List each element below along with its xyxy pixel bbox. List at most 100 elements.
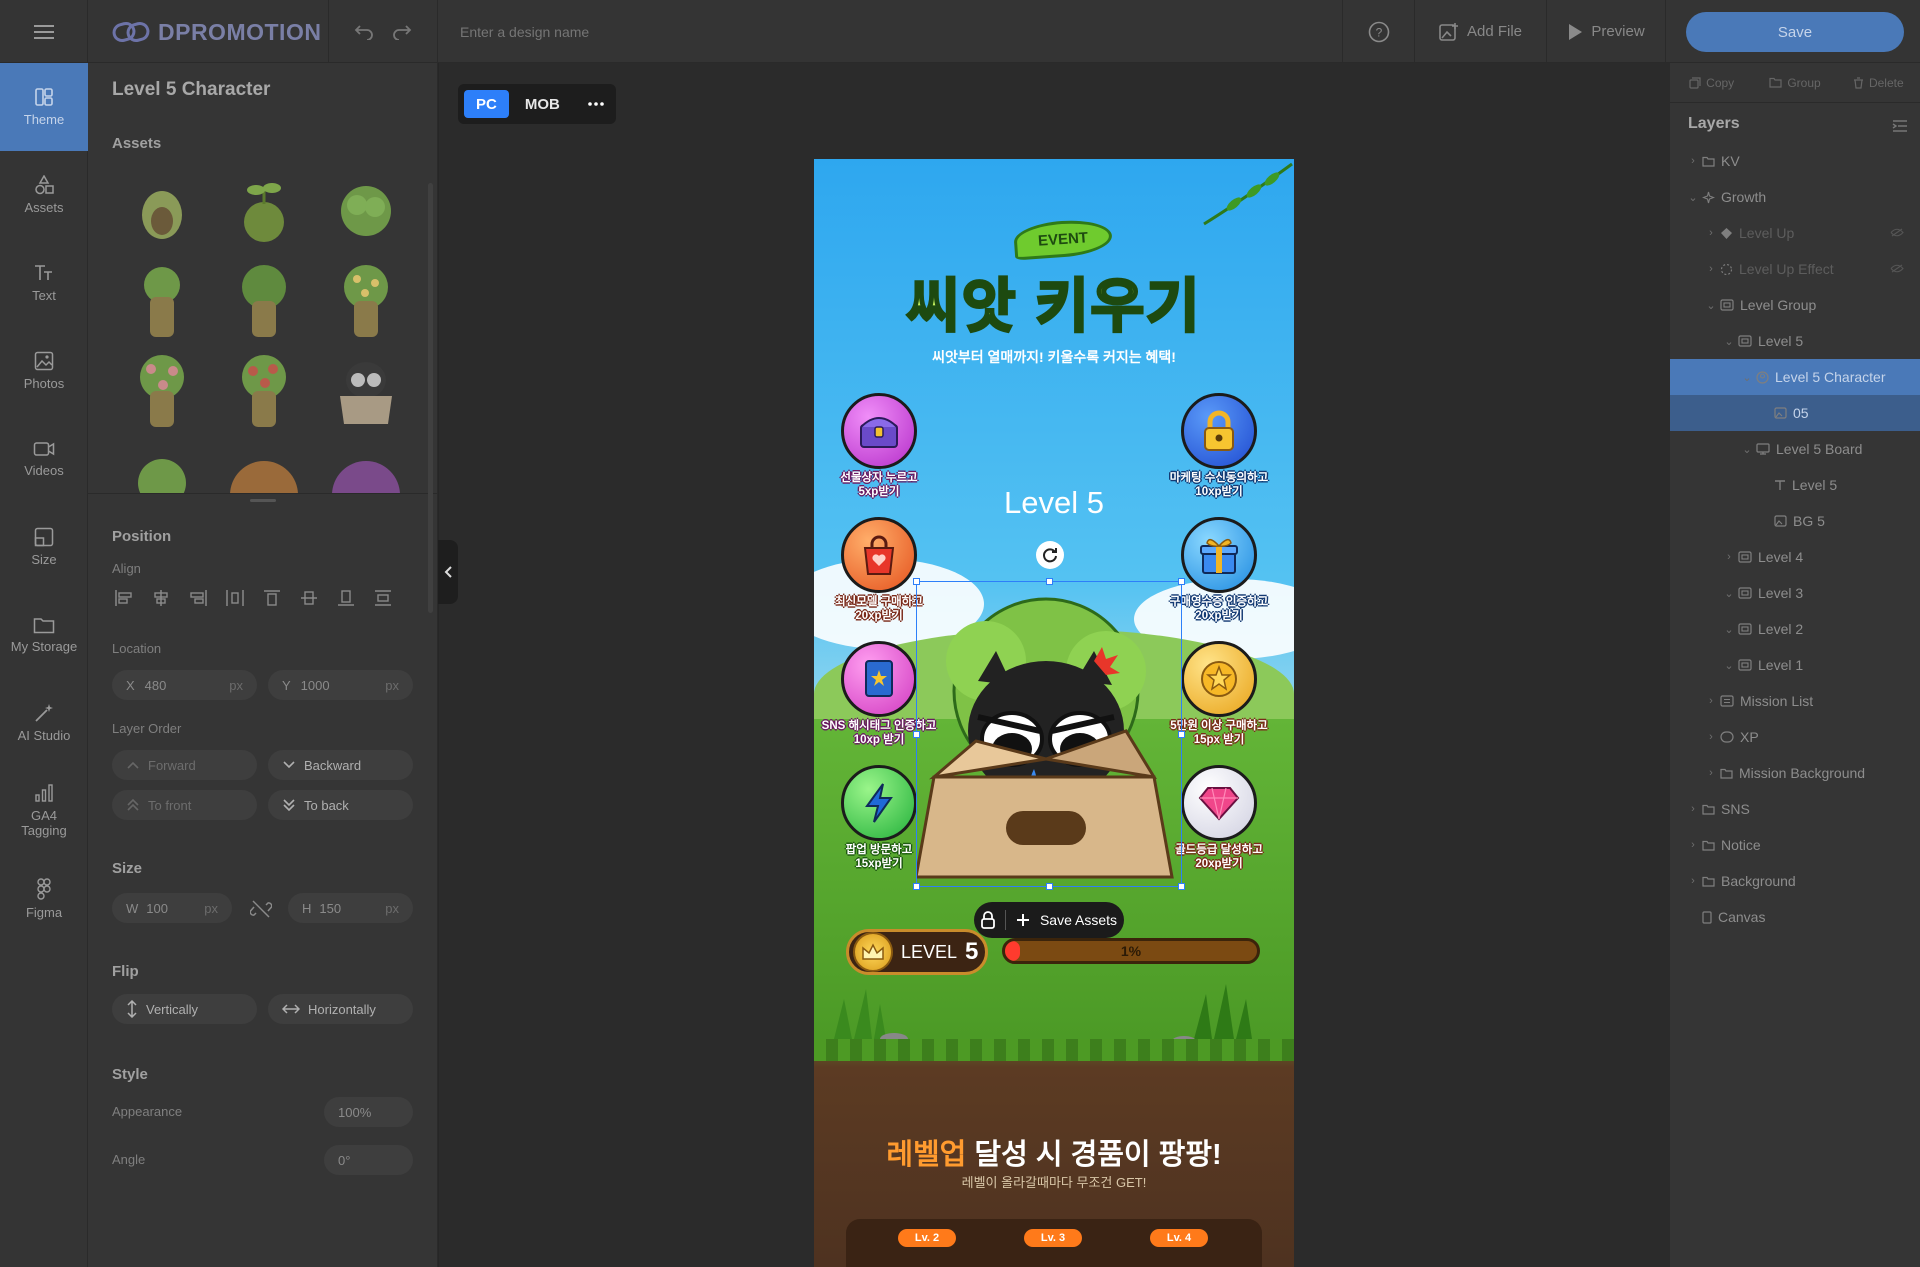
collapse-layers-icon[interactable]: [1892, 119, 1908, 133]
chevron-down-icon[interactable]: ⌄: [1740, 371, 1754, 384]
layer-row[interactable]: ⌄ Level 5 Character: [1670, 359, 1920, 395]
layer-row[interactable]: › Mission Background: [1670, 755, 1920, 791]
layer-row[interactable]: › XP: [1670, 719, 1920, 755]
resize-handle-bottom[interactable]: [1046, 883, 1053, 890]
chevron-down-icon[interactable]: ⌄: [1722, 587, 1736, 600]
device-pc-tab[interactable]: PC: [464, 90, 509, 118]
collapse-panel-button[interactable]: [438, 540, 458, 604]
layer-row[interactable]: › Background: [1670, 863, 1920, 899]
resize-handle-bottom-right[interactable]: [1178, 883, 1185, 890]
device-mob-tab[interactable]: MOB: [513, 90, 572, 118]
layer-row[interactable]: › Notice: [1670, 827, 1920, 863]
to-back-button[interactable]: To back: [268, 790, 413, 820]
height-field[interactable]: H 150 px: [288, 893, 413, 923]
layer-row[interactable]: 05: [1670, 395, 1920, 431]
distribute-vertical-icon[interactable]: [371, 586, 394, 609]
design-name-input[interactable]: [460, 18, 1160, 46]
redo-icon[interactable]: [392, 24, 412, 40]
copy-button[interactable]: Copy: [1670, 76, 1753, 90]
layer-row[interactable]: ⌄ Level 3: [1670, 575, 1920, 611]
layer-row[interactable]: ⌄ Level 2: [1670, 611, 1920, 647]
asset-thumb[interactable]: [326, 443, 406, 493]
nav-photos[interactable]: Photos: [0, 327, 88, 415]
nav-figma[interactable]: Figma: [0, 855, 88, 943]
layer-row[interactable]: ⌄ Level 5: [1670, 323, 1920, 359]
align-right-icon[interactable]: [186, 586, 209, 609]
asset-thumb[interactable]: [224, 173, 304, 249]
align-center-horizontal-icon[interactable]: [149, 586, 172, 609]
asset-thumb[interactable]: [326, 173, 406, 249]
resize-handle-right[interactable]: [1178, 731, 1185, 738]
asset-thumb[interactable]: [224, 443, 304, 493]
asset-thumb[interactable]: [122, 443, 202, 493]
forward-button[interactable]: Forward: [112, 750, 257, 780]
chevron-down-icon[interactable]: ⌄: [1740, 443, 1754, 456]
save-button[interactable]: Save: [1686, 12, 1904, 52]
chevron-right-icon[interactable]: ›: [1686, 839, 1700, 851]
resize-handle-top[interactable]: [1046, 578, 1053, 585]
save-assets-button[interactable]: Save Assets: [974, 902, 1124, 938]
layer-row[interactable]: › Mission List: [1670, 683, 1920, 719]
scrollbar[interactable]: [428, 183, 433, 613]
layer-row[interactable]: ⌄ Level 5 Board: [1670, 431, 1920, 467]
layer-row[interactable]: Canvas: [1670, 899, 1920, 935]
layer-row[interactable]: ⌄ Growth: [1670, 179, 1920, 215]
chevron-right-icon[interactable]: ›: [1704, 731, 1718, 743]
chevron-down-icon[interactable]: ⌄: [1722, 623, 1736, 636]
chevron-down-icon[interactable]: ⌄: [1722, 659, 1736, 672]
align-top-icon[interactable]: [260, 586, 283, 609]
resize-handle[interactable]: [250, 499, 276, 502]
delete-button[interactable]: Delete: [1837, 76, 1920, 90]
chevron-right-icon[interactable]: ›: [1704, 695, 1718, 707]
nav-size[interactable]: Size: [0, 503, 88, 591]
x-position-field[interactable]: X 480 px: [112, 670, 257, 700]
help-button[interactable]: ?: [1342, 0, 1414, 63]
flip-horizontally-button[interactable]: Horizontally: [268, 994, 413, 1024]
undo-icon[interactable]: [354, 24, 374, 40]
preview-button[interactable]: Preview: [1546, 0, 1666, 63]
y-position-field[interactable]: Y 1000 px: [268, 670, 413, 700]
chevron-right-icon[interactable]: ›: [1704, 767, 1718, 779]
hidden-eye-icon[interactable]: [1890, 226, 1904, 240]
layer-row[interactable]: ⌄ Level Group: [1670, 287, 1920, 323]
chevron-right-icon[interactable]: ›: [1704, 227, 1718, 239]
resize-handle-bottom-left[interactable]: [913, 883, 920, 890]
group-button[interactable]: Group: [1753, 76, 1836, 90]
layer-row[interactable]: › Level 4: [1670, 539, 1920, 575]
chevron-right-icon[interactable]: ›: [1704, 263, 1718, 275]
chevron-right-icon[interactable]: ›: [1686, 875, 1700, 887]
hidden-eye-icon[interactable]: [1890, 262, 1904, 276]
chevron-down-icon[interactable]: ⌄: [1704, 299, 1718, 312]
chevron-right-icon[interactable]: ›: [1686, 803, 1700, 815]
layer-row[interactable]: › Level Up: [1670, 215, 1920, 251]
layer-row[interactable]: › SNS: [1670, 791, 1920, 827]
nav-ai-studio[interactable]: AI Studio: [0, 679, 88, 767]
mission-gift-box[interactable]: 선물상자 누르고 5xp받기: [814, 393, 944, 499]
asset-thumb[interactable]: [326, 353, 406, 429]
asset-thumb[interactable]: [326, 263, 406, 339]
nav-assets[interactable]: Assets: [0, 151, 88, 239]
resize-handle-left[interactable]: [913, 731, 920, 738]
nav-videos[interactable]: Videos: [0, 415, 88, 503]
chevron-right-icon[interactable]: ›: [1686, 155, 1700, 167]
app-logo[interactable]: DPROMOTION: [112, 16, 321, 48]
align-center-vertical-icon[interactable]: [297, 586, 320, 609]
asset-thumb[interactable]: [122, 173, 202, 249]
lock-icon[interactable]: [981, 911, 995, 929]
align-left-icon[interactable]: [112, 586, 135, 609]
nav-text[interactable]: Text: [0, 239, 88, 327]
rotate-handle[interactable]: [1036, 541, 1064, 569]
asset-thumb[interactable]: [224, 263, 304, 339]
more-options-button[interactable]: [576, 90, 616, 118]
asset-thumb[interactable]: [122, 353, 202, 429]
to-front-button[interactable]: To front: [112, 790, 257, 820]
asset-thumb[interactable]: [122, 263, 202, 339]
selection-box[interactable]: [913, 578, 1185, 890]
hamburger-menu-button[interactable]: [0, 0, 88, 63]
flip-vertically-button[interactable]: Vertically: [112, 994, 257, 1024]
angle-field[interactable]: 0°: [324, 1145, 413, 1175]
chevron-down-icon[interactable]: ⌄: [1686, 191, 1700, 204]
align-bottom-icon[interactable]: [334, 586, 357, 609]
appearance-field[interactable]: 100%: [324, 1097, 413, 1127]
layer-row[interactable]: › KV: [1670, 143, 1920, 179]
